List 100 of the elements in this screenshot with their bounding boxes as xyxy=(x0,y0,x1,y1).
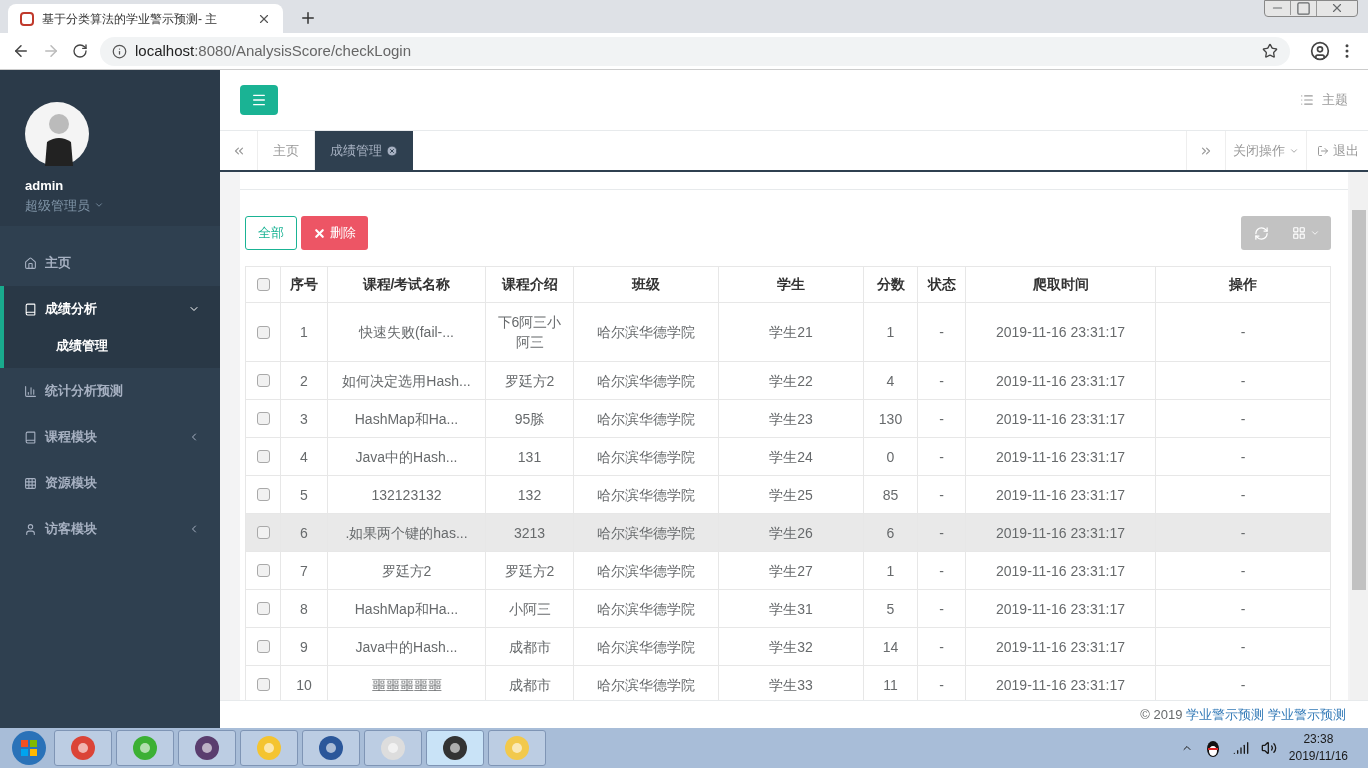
column-header: 学生 xyxy=(719,267,864,302)
table-cell-text: - xyxy=(939,523,944,543)
table-cell-text: 1 xyxy=(886,323,895,342)
table-cell-text: HashMap和Ha... xyxy=(354,599,459,619)
sidebar-item[interactable]: 课程模块 xyxy=(4,414,220,460)
table-cell-text: 2019-11-16 23:31:17 xyxy=(996,637,1125,657)
home-icon xyxy=(24,256,37,270)
table-row[interactable]: 3 HashMap和Ha... 95脎 哈尔滨华德学院 学生23 130 - 2019-11-16 23:31:17 - xyxy=(246,400,1330,438)
table-row[interactable]: 9 Java中的Hash... 成都市 哈尔滨华德学院 学生32 14 - 2019-11-16 23:31:17 - xyxy=(246,628,1330,666)
delete-button[interactable]: 删除 xyxy=(301,216,368,250)
table-cell-text: 7 xyxy=(300,561,308,581)
row-checkbox[interactable] xyxy=(256,412,270,425)
sidebar-item[interactable]: 访客模块 xyxy=(4,506,220,552)
table-cell-text: HashMap和Ha... xyxy=(354,409,459,429)
table-cell-text: 学生25 xyxy=(769,485,813,505)
theme-link[interactable]: 主题 xyxy=(1300,90,1348,110)
calendar-icon xyxy=(20,11,34,26)
network-signal-icon[interactable] xyxy=(1232,740,1249,756)
table-cell-text: 罗廷方2 xyxy=(504,561,555,581)
tab-title: 基于分类算法的学业警示预测- 主 xyxy=(42,10,219,28)
table-row[interactable]: 1 快速失败(fail-... 下6阿三小阿三 哈尔滨华德学院 学生21 1 - 2019-11-16 23:31:17 - xyxy=(246,303,1330,362)
table-cell-text: 哈尔滨华德学院 xyxy=(597,323,695,342)
sidebar-item[interactable]: 资源模块 xyxy=(4,460,220,506)
avatar xyxy=(25,102,89,166)
sidebar-item[interactable]: 主页 xyxy=(4,240,220,286)
table-cell-text: 1 xyxy=(886,561,895,581)
taskbar-button[interactable] xyxy=(426,730,484,766)
row-checkbox[interactable] xyxy=(256,450,270,463)
table-cell-text: 成都市 xyxy=(508,675,551,695)
table-cell-text: - xyxy=(1240,523,1246,543)
table-cell-text: 2019-11-16 23:31:17 xyxy=(996,523,1125,543)
bar-chart-icon xyxy=(24,384,37,398)
row-checkbox[interactable] xyxy=(256,640,270,653)
table-cell-text: 2019-11-16 23:31:17 xyxy=(996,561,1125,581)
reload-icon[interactable] xyxy=(72,43,88,59)
footer-link[interactable]: 学业警示预测 学业警示预测 xyxy=(1186,704,1346,725)
table-row[interactable]: 8 HashMap和Ha... 小阿三 哈尔滨华德学院 学生31 5 - 2019-11-16 23:31:17 - xyxy=(246,590,1330,628)
forward-icon[interactable] xyxy=(42,42,60,60)
table-cell-text: 131 xyxy=(517,447,542,467)
table-row[interactable]: 5 132123132 132 哈尔滨华德学院 学生25 85 - 2019-11-16 23:31:17 - xyxy=(246,476,1330,514)
taskbar-button[interactable] xyxy=(178,730,236,766)
table-cell-text: 2019-11-16 23:31:17 xyxy=(996,447,1125,467)
scrollbar-thumb[interactable] xyxy=(1352,210,1366,590)
grid-icon xyxy=(1292,226,1306,240)
refresh-button[interactable] xyxy=(1241,216,1281,250)
table-cell-text: 学生23 xyxy=(769,409,813,429)
table-cell-text: 哈尔滨华德学院 xyxy=(597,447,695,467)
columns-button[interactable] xyxy=(1281,216,1331,250)
table-cell-text: 10 xyxy=(296,675,312,695)
table-cell-text: 快速失败(fail-... xyxy=(359,323,454,342)
close-operations-button[interactable]: 关闭操作 xyxy=(1225,131,1306,170)
address-bar[interactable]: localhost:8080/AnalysisScore/checkLogin xyxy=(100,36,1290,66)
back-icon[interactable] xyxy=(12,42,30,60)
row-checkbox[interactable] xyxy=(256,374,270,387)
table-cell-text: 小阿三 xyxy=(508,599,551,619)
close-icon[interactable] xyxy=(386,144,398,157)
table-row[interactable]: 7 罗廷方2 罗廷方2 哈尔滨华德学院 学生27 1 - 2019-11-16 23:31:17 - xyxy=(246,552,1330,590)
user-name: admin xyxy=(25,177,65,195)
table-cell-text: 6 xyxy=(886,523,895,543)
row-checkbox[interactable] xyxy=(256,602,270,615)
penguin-icon[interactable] xyxy=(1204,739,1221,757)
row-checkbox[interactable] xyxy=(256,526,270,539)
page-tab[interactable]: 成绩管理 xyxy=(315,131,413,170)
row-checkbox[interactable] xyxy=(256,564,270,577)
bookmark-star-icon[interactable] xyxy=(1262,43,1278,59)
table-row[interactable]: 6 .如果两个键的has... 3213 哈尔滨华德学院 学生26 6 - 2019-11-16 23:31:17 - xyxy=(246,514,1330,552)
table-cell-text: - xyxy=(939,561,944,581)
taskbar-button[interactable] xyxy=(302,730,360,766)
table-cell-text: - xyxy=(1240,485,1246,505)
caret-icon xyxy=(1310,228,1320,238)
table-cell-text: - xyxy=(1240,409,1246,429)
logout-button[interactable]: 退出 xyxy=(1306,131,1368,170)
sidebar-item[interactable]: 统计分析预测 xyxy=(4,368,220,414)
table-cell-text: Java中的Hash... xyxy=(355,447,458,467)
select-all-checkbox[interactable] xyxy=(256,278,270,291)
all-button[interactable]: 全部 xyxy=(245,216,297,250)
list-icon xyxy=(1300,93,1314,107)
table-row[interactable]: 2 如何决定选用Hash... 罗廷方2 哈尔滨华德学院 学生22 4 - 2019-11-16 23:31:17 - xyxy=(246,362,1330,400)
row-checkbox[interactable] xyxy=(256,325,270,339)
column-header: 课程/考试名称 xyxy=(328,267,486,302)
table-cell-text: 学生27 xyxy=(769,561,813,581)
table-cell-text: 2019-11-16 23:31:17 xyxy=(996,485,1125,505)
new-tab-icon[interactable] xyxy=(299,9,317,27)
browser-tab[interactable]: 基于分类算法的学业警示预测- 主 xyxy=(8,4,283,33)
table-cell-text: 132 xyxy=(517,485,542,505)
url-text: localhost:8080/AnalysisScore/checkLogin xyxy=(135,40,411,61)
row-checkbox[interactable] xyxy=(256,488,270,501)
volume-icon[interactable] xyxy=(1260,740,1277,756)
row-checkbox[interactable] xyxy=(256,678,270,691)
table-row[interactable]: 4 Java中的Hash... 131 哈尔滨华德学院 学生24 0 - 2019-11-16 23:31:17 - xyxy=(246,438,1330,476)
user-role[interactable]: 超级管理员 xyxy=(25,195,220,215)
column-header: 操作 xyxy=(1228,275,1258,294)
profile-icon[interactable] xyxy=(1310,41,1330,61)
table-cell-text: 9 xyxy=(300,637,308,657)
table-cell-text: - xyxy=(939,675,944,695)
menu-toggle-button[interactable] xyxy=(240,85,278,115)
table-cell-text: - xyxy=(1240,323,1246,342)
table-cell-text: .如果两个键的has... xyxy=(345,523,468,543)
table-cell-text: - xyxy=(939,447,944,467)
table-cell-text: 学生22 xyxy=(769,371,813,391)
